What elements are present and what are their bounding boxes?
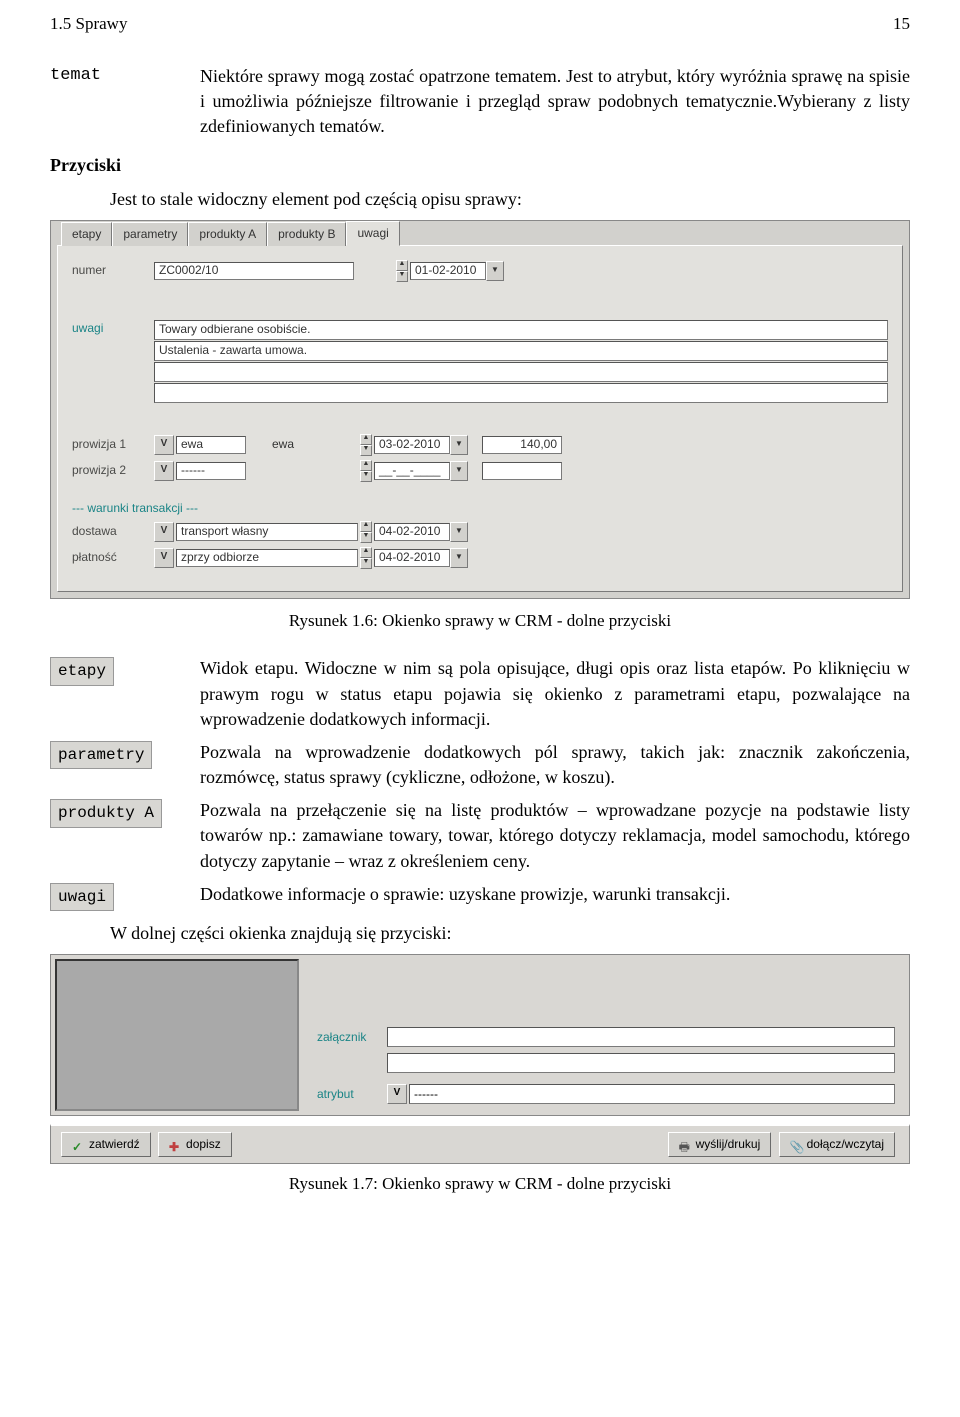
dopisz-label: dopisz (186, 1136, 221, 1153)
wyslij-label: wyślij/drukuj (696, 1136, 761, 1153)
uwagi-label: uwagi (72, 320, 154, 337)
platnosc-label: płatność (72, 549, 154, 566)
tab-uwagi[interactable]: uwagi (346, 221, 399, 246)
zatwierdz-button[interactable]: ✓ zatwierdź (61, 1132, 151, 1157)
platnosc-date-dd[interactable]: ▼ (450, 548, 468, 568)
dolacz-label: dołącz/wczytaj (807, 1136, 884, 1153)
prowizja1-date-spin[interactable]: ▲▼ (360, 434, 372, 456)
platnosc-drop[interactable]: V (154, 548, 174, 568)
header-left: 1.5 Sprawy (50, 12, 127, 36)
btn-produkty-a: produkty A (50, 799, 162, 827)
prowizja1-drop1[interactable]: V (154, 435, 174, 455)
printer-icon: 🖶 (679, 1139, 691, 1151)
platnosc-sel[interactable]: zprzy odbiorze (176, 549, 358, 567)
dostawa-date[interactable]: 04-02-2010 (374, 523, 450, 541)
atrybut-input[interactable]: ------ (409, 1084, 895, 1104)
platnosc-date-spin[interactable]: ▲▼ (360, 547, 372, 569)
numer-date-dropdown[interactable]: ▼ (486, 261, 504, 281)
prowizja1-label: prowizja 1 (72, 436, 154, 453)
preview-panel (55, 959, 299, 1111)
prowizja2-label: prowizja 2 (72, 462, 154, 479)
paperclip-icon: 📎 (790, 1139, 802, 1151)
prowizja2-date-dd[interactable]: ▼ (450, 461, 468, 481)
btn-etapy: etapy (50, 657, 114, 685)
prowizja2-amount[interactable] (482, 462, 562, 480)
warunki-label: --- warunki transakcji --- (72, 500, 888, 517)
desc-etapy: Widok etapu. Widoczne w nim są pola opis… (200, 656, 910, 732)
numer-input[interactable]: ZC0002/10 (154, 262, 354, 280)
dostawa-sel[interactable]: transport własny (176, 523, 358, 541)
przyciski-heading: Przyciski (50, 153, 910, 178)
dostawa-date-dd[interactable]: ▼ (450, 522, 468, 542)
uwagi-line-0[interactable]: Towary odbierane osobiście. (154, 320, 888, 340)
bottom-text: W dolnej części okienka znajdują się prz… (110, 921, 910, 946)
wyslij-drukuj-button[interactable]: 🖶 wyślij/drukuj (668, 1132, 772, 1157)
def-temat: Niektóre sprawy mogą zostać opatrzone te… (200, 64, 910, 140)
tab-etapy[interactable]: etapy (61, 222, 112, 246)
prowizja2-drop[interactable]: V (154, 461, 174, 481)
prowizja1-amount[interactable]: 140,00 (482, 436, 562, 454)
zalacznik-label: załącznik (317, 1029, 387, 1046)
numer-date-spinner[interactable]: ▲▼ (396, 260, 408, 282)
atrybut-label: atrybut (317, 1086, 387, 1103)
prowizja1-date-dd[interactable]: ▼ (450, 435, 468, 455)
numer-label: numer (72, 262, 154, 279)
caption-fig-1-6: Rysunek 1.6: Okienko sprawy w CRM - doln… (50, 609, 910, 633)
uwagi-line-1[interactable]: Ustalenia - zawarta umowa. (154, 341, 888, 361)
check-icon: ✓ (72, 1139, 84, 1151)
uwagi-line-2[interactable] (154, 362, 888, 382)
tab-produkty-a[interactable]: produkty A (188, 222, 267, 246)
desc-uwagi: Dodatkowe informacje o sprawie: uzyskane… (200, 882, 910, 911)
desc-parametry: Pozwala na wprowadzenie dodatkowych pól … (200, 740, 910, 790)
plus-icon: ✚ (169, 1139, 181, 1151)
prowizja1-sel1[interactable]: ewa (176, 436, 246, 454)
term-temat: temat (50, 64, 200, 140)
prowizja2-sel[interactable]: ------ (176, 462, 246, 480)
header-right: 15 (893, 12, 910, 36)
zalacznik-input-1[interactable] (387, 1027, 895, 1047)
uwagi-textarea[interactable]: Towary odbierane osobiście. Ustalenia - … (154, 320, 888, 404)
btn-uwagi: uwagi (50, 883, 114, 911)
btn-parametry: parametry (50, 741, 152, 769)
prowizja1-sel2: ewa (268, 436, 358, 454)
dostawa-label: dostawa (72, 523, 154, 540)
prowizja1-date[interactable]: 03-02-2010 (374, 436, 450, 454)
desc-produkty-a: Pozwala na przełączenie się na listę pro… (200, 798, 910, 874)
prowizja2-date[interactable]: __-__-____ (374, 462, 450, 480)
zalacznik-input-2[interactable] (387, 1053, 895, 1073)
zatwierdz-label: zatwierdź (89, 1136, 140, 1153)
tab-produkty-b[interactable]: produkty B (267, 222, 346, 246)
dostawa-drop[interactable]: V (154, 522, 174, 542)
atrybut-drop[interactable]: V (387, 1084, 407, 1104)
caption-fig-1-7: Rysunek 1.7: Okienko sprawy w CRM - doln… (50, 1172, 910, 1196)
numer-date-input[interactable]: 01-02-2010 (410, 262, 486, 280)
bottom-button-bar: ✓ zatwierdź ✚ dopisz 🖶 wyślij/drukuj 📎 dołąc… (50, 1124, 910, 1164)
form-panel-1: etapy parametry produkty A produkty B uw… (50, 220, 910, 599)
form-panel-2: załącznik atrybut V ------ (50, 954, 910, 1116)
uwagi-line-3[interactable] (154, 383, 888, 403)
platnosc-date[interactable]: 04-02-2010 (374, 549, 450, 567)
tab-parametry[interactable]: parametry (112, 222, 188, 246)
dolacz-wczytaj-button[interactable]: 📎 dołącz/wczytaj (779, 1132, 895, 1157)
prowizja2-date-spin[interactable]: ▲▼ (360, 460, 372, 482)
dostawa-date-spin[interactable]: ▲▼ (360, 521, 372, 543)
przyciski-sub: Jest to stale widoczny element pod częśc… (110, 187, 910, 212)
dopisz-button[interactable]: ✚ dopisz (158, 1132, 232, 1157)
